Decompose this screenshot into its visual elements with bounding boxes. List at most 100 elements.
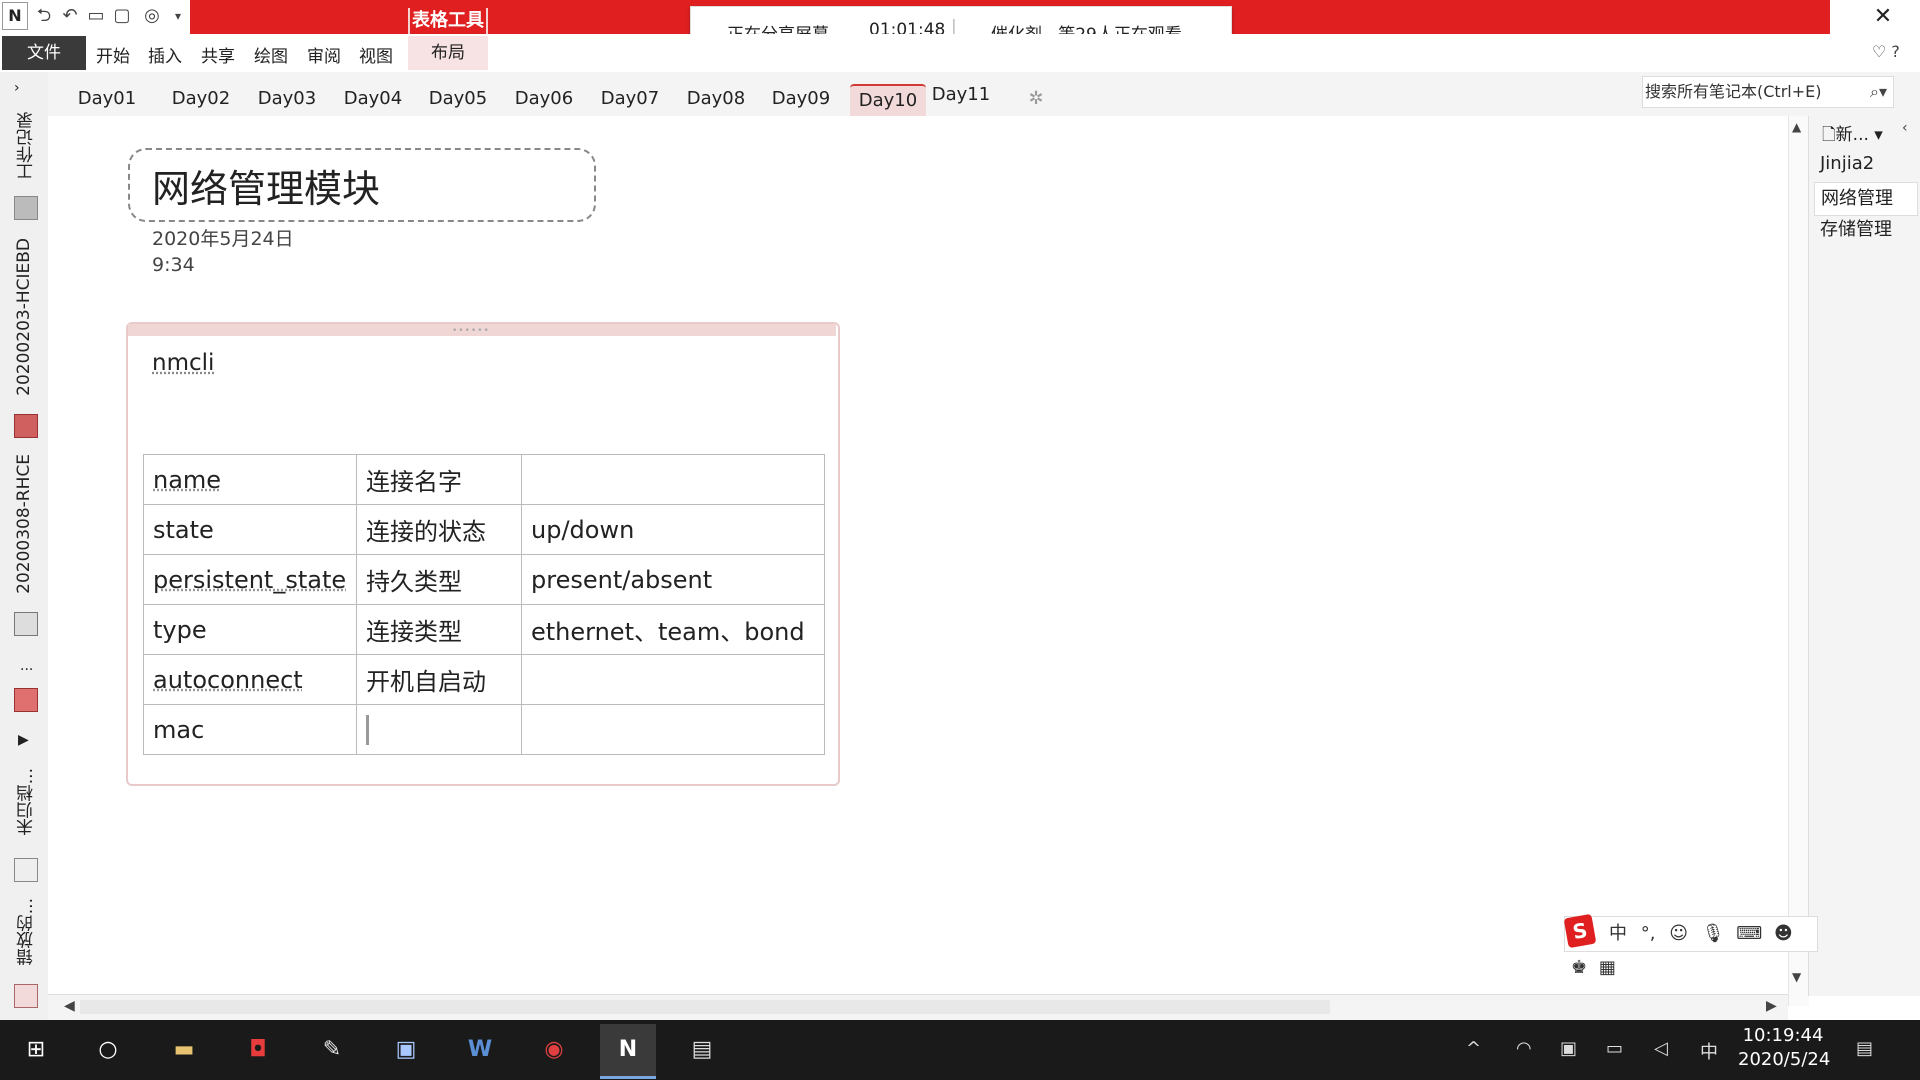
note-heading[interactable]: nmcli <box>152 350 214 376</box>
table-cell-active[interactable] <box>356 704 522 755</box>
page-item-storage[interactable]: 存储管理 <box>1814 214 1916 246</box>
dock-icon[interactable]: ▭ <box>84 4 108 28</box>
section-tab-day11[interactable]: Day11 <box>924 80 998 110</box>
ribbon-collapse-icon[interactable]: ♡ ? <box>1872 42 1900 61</box>
tab-draw[interactable]: 绘图 <box>254 42 288 67</box>
table-cell[interactable]: type <box>143 604 357 655</box>
system-clock[interactable]: 10:19:44 2020/5/24 <box>1738 1024 1830 1072</box>
search-icon[interactable]: ⌕▾ <box>1870 82 1887 102</box>
ime-toolbar[interactable]: 中 °, ☺ 🎙 ⌨ ☻ ♚ ▦ <box>1564 916 1818 978</box>
table-cell[interactable]: mac <box>143 704 357 755</box>
notebook-rhce[interactable]: 20200308-RHCE <box>14 454 34 594</box>
table-cell[interactable]: 开机自启动 <box>356 654 522 705</box>
file-menu-button[interactable]: 文件 <box>2 36 86 70</box>
table-cell[interactable]: persistent_state <box>143 554 357 605</box>
table-cell[interactable]: 持久类型 <box>356 554 522 605</box>
table-cell[interactable] <box>521 654 825 705</box>
search-input[interactable]: 搜索所有笔记本(Ctrl+E) <box>1642 76 1894 108</box>
keyboard-icon[interactable]: ⌨ <box>1736 923 1762 944</box>
back-icon[interactable]: ⮌ <box>32 4 56 28</box>
section-tab-day02[interactable]: Day02 <box>165 84 237 114</box>
search-circle-icon[interactable]: ○ <box>80 1024 136 1076</box>
expand-notebooks-icon[interactable]: › <box>14 80 20 96</box>
user-icon[interactable]: ☻ <box>1774 923 1793 944</box>
table-cell[interactable] <box>521 454 825 505</box>
nmcli-table[interactable]: name 连接名字 state 连接的状态 up/down persistent… <box>143 454 825 755</box>
chat-app-icon[interactable]: ✎ <box>304 1024 360 1076</box>
notebook-misfiled[interactable]: 错放的... <box>14 898 39 965</box>
word-icon[interactable]: W <box>452 1024 508 1076</box>
microphone-icon[interactable]: 🎙 <box>1702 923 1725 944</box>
wifi-icon[interactable]: ◠ <box>1516 1038 1532 1059</box>
vertical-scrollbar[interactable] <box>1788 116 1809 1006</box>
ime-mode[interactable]: 中 <box>1609 923 1627 944</box>
screen-recorder-icon[interactable]: ◘ <box>230 1024 286 1076</box>
scroll-down-icon[interactable]: ▼ <box>1792 970 1801 984</box>
section-tab-day04[interactable]: Day04 <box>337 84 409 114</box>
tray-app-icon[interactable]: ▣ <box>1560 1038 1577 1059</box>
add-page-button[interactable]: 🗋新... ▾ <box>1822 120 1883 151</box>
sogou-logo-icon[interactable]: S <box>1563 913 1597 949</box>
skin-icon[interactable]: ♚ <box>1571 957 1587 978</box>
table-cell[interactable]: autoconnect <box>143 654 357 705</box>
table-cell[interactable]: ethernet、team、bond <box>521 604 825 655</box>
section-tab-day08[interactable]: Day08 <box>680 84 752 114</box>
tab-layout[interactable]: 布局 <box>408 36 488 70</box>
scroll-left-icon[interactable]: ◀ <box>64 998 75 1014</box>
collapse-panel-icon[interactable]: ‹ <box>1902 120 1908 136</box>
volume-icon[interactable]: ◁ <box>1654 1038 1668 1059</box>
table-cell[interactable] <box>521 704 825 755</box>
table-cell[interactable]: 连接类型 <box>356 604 522 655</box>
section-tab-day06[interactable]: Day06 <box>508 84 580 114</box>
tab-share[interactable]: 共享 <box>201 42 235 67</box>
terminal-icon[interactable]: ▤ <box>674 1024 730 1076</box>
full-page-icon[interactable]: ▢ <box>110 4 134 28</box>
tab-insert[interactable]: 插入 <box>148 42 182 67</box>
browser-icon[interactable]: ◉ <box>526 1024 582 1076</box>
section-tab-day07[interactable]: Day07 <box>594 84 666 114</box>
section-tab-day03[interactable]: Day03 <box>251 84 323 114</box>
expand-arrow-icon[interactable]: ▶ <box>18 732 29 748</box>
table-cell[interactable]: name <box>143 454 357 505</box>
file-explorer-icon[interactable]: ▬ <box>156 1024 212 1076</box>
table-cell[interactable]: 连接名字 <box>356 454 522 505</box>
battery-icon[interactable]: ▭ <box>1606 1038 1623 1059</box>
section-tab-day05[interactable]: Day05 <box>422 84 494 114</box>
scroll-thumb[interactable] <box>80 1000 1330 1014</box>
notification-icon[interactable]: ▤ <box>1856 1038 1873 1059</box>
scroll-up-icon[interactable]: ▲ <box>1792 120 1801 134</box>
tab-view[interactable]: 视图 <box>359 42 393 67</box>
tray-expand-icon[interactable]: ^ <box>1466 1038 1481 1059</box>
scroll-right-icon[interactable]: ▶ <box>1766 998 1777 1014</box>
page-item-network[interactable]: 网络管理 <box>1814 182 1918 216</box>
undo-icon[interactable]: ↶ <box>58 4 82 28</box>
clock-time: 10:19:44 <box>1742 1025 1824 1046</box>
add-section-icon[interactable]: ✲ <box>1020 84 1052 114</box>
ime-indicator[interactable]: 中 <box>1700 1038 1718 1064</box>
touch-mode-icon[interactable]: ◎ <box>140 4 164 28</box>
onenote-taskbar-icon[interactable]: N <box>600 1024 656 1079</box>
ime-punct-icon[interactable]: °, <box>1641 923 1656 944</box>
remote-desktop-icon[interactable]: ▣ <box>378 1024 434 1076</box>
table-cell[interactable]: state <box>143 504 357 555</box>
table-cell[interactable]: up/down <box>521 504 825 555</box>
emoji-icon[interactable]: ☺ <box>1669 923 1688 944</box>
notebook-work-log[interactable]: 工作记录 <box>14 112 39 180</box>
close-icon[interactable]: ✕ <box>1868 4 1898 30</box>
section-tab-day10[interactable]: Day10 <box>850 84 926 116</box>
tab-review[interactable]: 审阅 <box>307 42 341 67</box>
table-cell[interactable]: 连接的状态 <box>356 504 522 555</box>
table-cell[interactable]: present/absent <box>521 554 825 605</box>
notebook-hciebd[interactable]: 20200203-HCIEBD <box>14 238 34 396</box>
section-tab-day09[interactable]: Day09 <box>765 84 837 114</box>
section-tab-day01[interactable]: Day01 <box>72 84 142 114</box>
more-notebooks-icon[interactable]: ... <box>20 658 33 674</box>
grid-menu-icon[interactable]: ▦ <box>1599 957 1616 978</box>
page-title[interactable]: 网络管理模块 <box>152 158 380 213</box>
tab-home[interactable]: 开始 <box>96 42 130 67</box>
page-item-jinjia2[interactable]: Jinjia2 <box>1814 148 1916 180</box>
notebook-unfiled[interactable]: 未归档... <box>14 768 39 835</box>
windows-start-icon[interactable]: ⊞ <box>8 1024 64 1076</box>
customize-toolbar-icon[interactable]: ▾ <box>166 4 190 28</box>
drag-grip-icon[interactable]: •••••• <box>452 326 490 336</box>
